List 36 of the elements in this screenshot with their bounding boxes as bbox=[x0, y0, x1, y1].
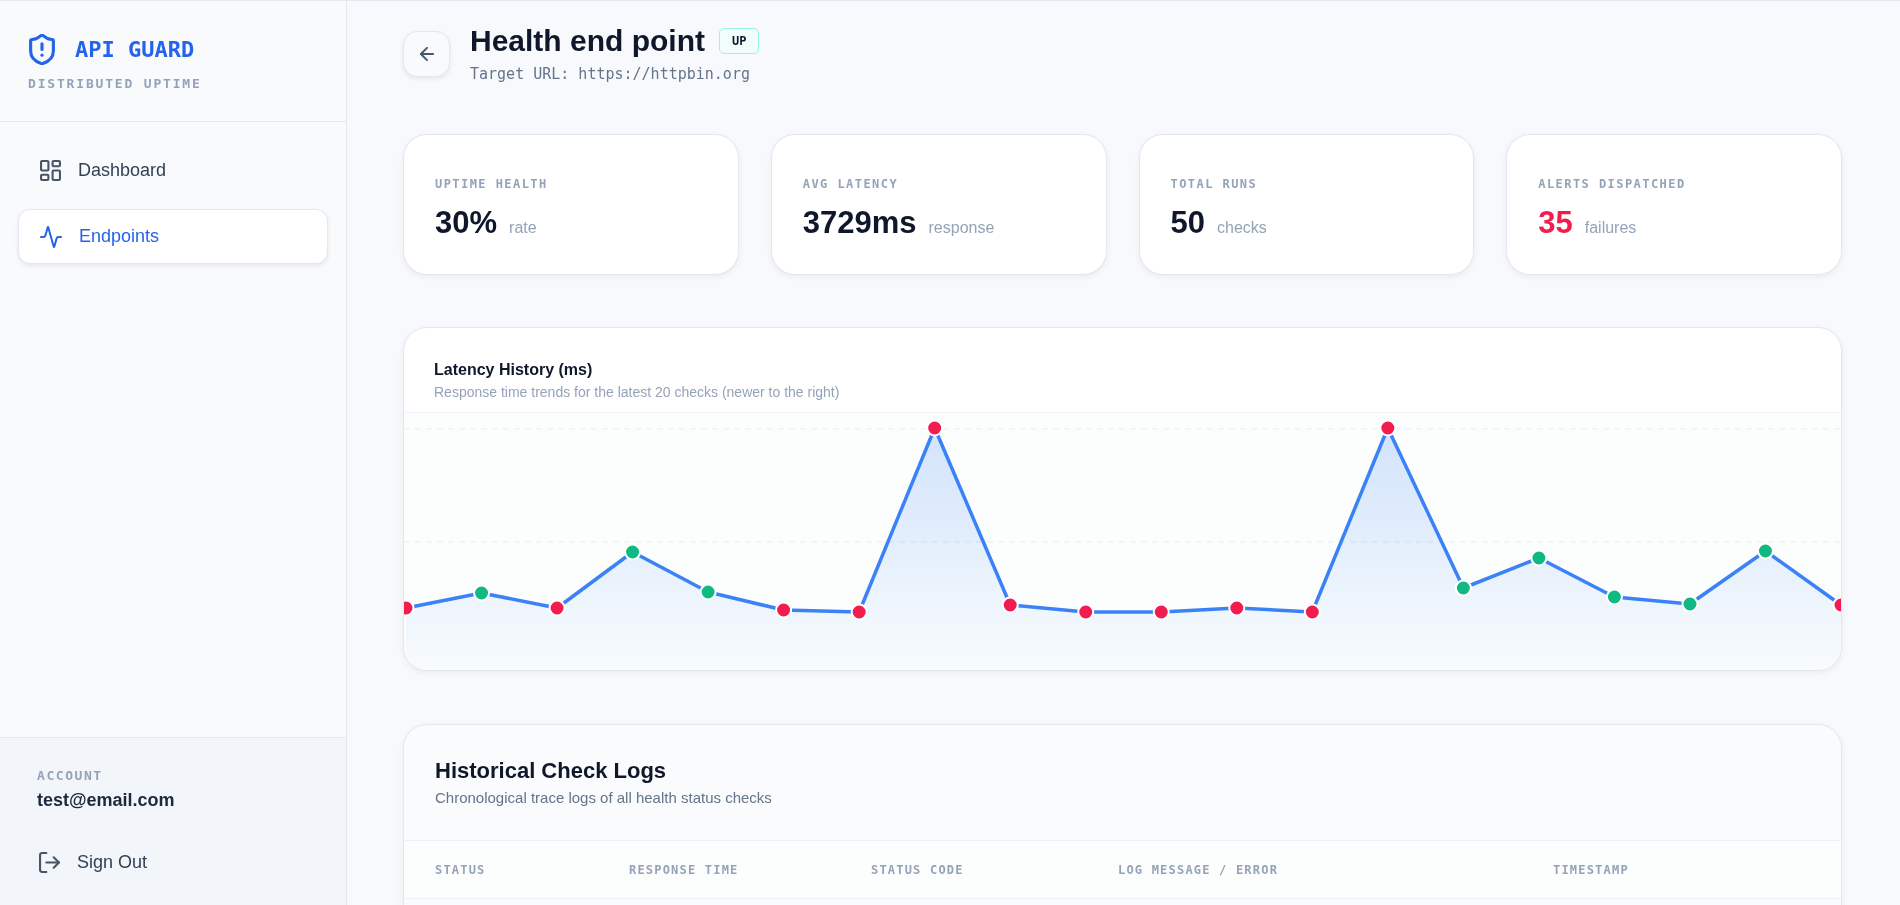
column-header: RESPONSE TIME bbox=[629, 861, 740, 878]
column-header: STATUS CODE bbox=[871, 861, 965, 878]
shield-alert-icon bbox=[29, 34, 55, 65]
back-button[interactable] bbox=[403, 31, 450, 77]
status-badge: UP bbox=[719, 28, 760, 54]
stat-value: 30% bbox=[435, 206, 498, 240]
sign-out-button[interactable]: Sign Out bbox=[18, 835, 328, 890]
sign-out-icon bbox=[39, 852, 60, 873]
stat-label: TOTAL RUNS bbox=[1170, 176, 1259, 192]
page-title: Health end point bbox=[470, 26, 705, 56]
nav-item[interactable]: Dashboard bbox=[18, 143, 328, 198]
stat-value: 3729ms bbox=[802, 206, 917, 240]
logs-subtitle: Chronological trace logs of all health status checks bbox=[435, 788, 773, 808]
account-email: test@email.com bbox=[37, 789, 176, 811]
column-header: TIMESTAMP bbox=[1553, 861, 1630, 878]
stat-unit: failures bbox=[1584, 218, 1637, 238]
nav-item[interactable]: Endpoints bbox=[18, 209, 328, 264]
account-label: ACCOUNT bbox=[37, 768, 104, 784]
chart-title: Latency History (ms) bbox=[434, 360, 594, 380]
pulse-line-icon bbox=[40, 225, 62, 248]
dashboard-grid-icon bbox=[40, 160, 61, 181]
stat-unit: rate bbox=[509, 218, 537, 238]
chart-subtitle: Response time trends for the latest 20 checks (newer to the right) bbox=[434, 383, 841, 401]
stat-value: 50 bbox=[1170, 206, 1205, 240]
logs-title: Historical Check Logs bbox=[435, 758, 668, 784]
brand-title: API GUARD bbox=[75, 38, 195, 61]
target-url: Target URL: https://httpbin.org bbox=[470, 65, 751, 83]
stat-label: UPTIME HEALTH bbox=[435, 176, 549, 192]
brand-subtitle: DISTRIBUTED UPTIME bbox=[28, 77, 203, 90]
stat-label: AVG LATENCY bbox=[802, 176, 900, 192]
stat-unit: response bbox=[928, 218, 995, 238]
stat-value: 35 bbox=[1538, 206, 1573, 240]
column-header: LOG MESSAGE / ERROR bbox=[1118, 861, 1280, 878]
stat-label: ALERTS DISPATCHED bbox=[1538, 176, 1687, 192]
stat-unit: checks bbox=[1217, 218, 1267, 238]
column-header: STATUS bbox=[435, 861, 487, 878]
